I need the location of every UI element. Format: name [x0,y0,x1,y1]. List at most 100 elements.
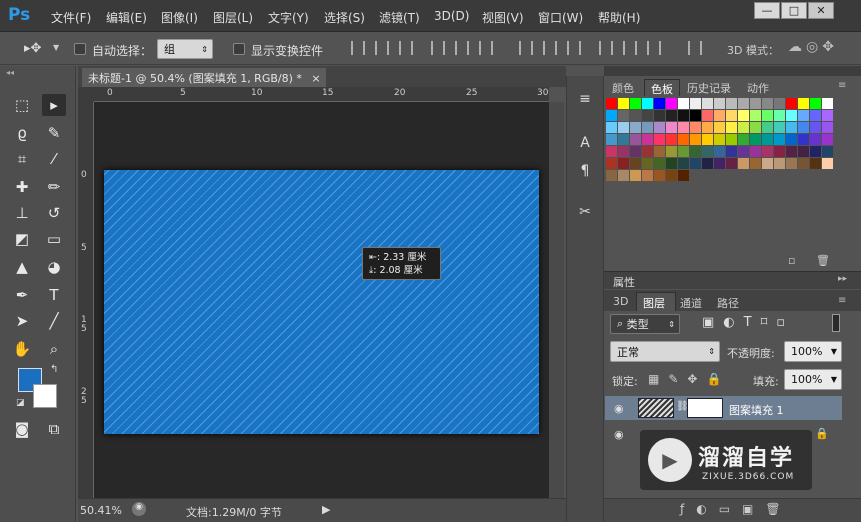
color-swatch[interactable] [618,98,630,110]
tab-history[interactable]: 历史记录 [681,79,737,96]
default-colors-icon[interactable]: ◪ [16,398,25,408]
color-swatch[interactable] [666,122,678,134]
color-swatch[interactable] [762,134,774,146]
close-button[interactable]: ✕ [808,2,834,19]
line-tool-icon[interactable]: ╱ [42,310,66,332]
color-swatch[interactable] [678,158,690,170]
status-menu-icon[interactable]: ▶ [322,503,330,516]
color-swatch[interactable] [630,158,642,170]
color-swatch[interactable] [690,134,702,146]
collapse-icon[interactable]: ▸▸ [838,274,847,284]
color-swatch[interactable] [678,98,690,110]
color-swatch[interactable] [774,134,786,146]
color-swatch[interactable] [750,98,762,110]
color-swatch[interactable] [810,146,822,158]
color-swatch[interactable] [630,122,642,134]
color-swatch[interactable] [786,134,798,146]
vertical-scrollbar[interactable] [549,102,564,498]
color-swatch[interactable] [726,98,738,110]
tool-presets-icon[interactable]: ✂ [574,201,596,223]
layer-filter-dropdown[interactable]: ⌕ 类型 ⇕ [610,314,680,334]
blend-mode-dropdown[interactable]: 正常 ⇕ [610,341,720,362]
color-swatch[interactable] [738,110,750,122]
color-swatch[interactable] [726,110,738,122]
vertical-ruler[interactable]: 0 5 1 5 2 5 [78,102,94,498]
color-swatch[interactable] [666,98,678,110]
auto-select-checkbox[interactable] [74,43,86,55]
color-swatch[interactable] [714,98,726,110]
visibility-eye-icon[interactable]: ◉ [614,428,624,441]
tab-properties[interactable]: 属性 [613,274,635,290]
tab-layers[interactable]: 图层 [643,295,665,311]
color-swatch[interactable] [654,134,666,146]
color-swatch[interactable] [618,146,630,158]
chevron-down-icon[interactable]: ▼ [53,43,59,52]
align-hcenter-icon[interactable] [455,41,469,55]
color-swatch[interactable] [714,110,726,122]
panel-menu-icon[interactable]: ≡ [838,80,846,91]
pen-tool-icon[interactable]: ✒ [10,284,34,306]
color-swatch[interactable] [654,110,666,122]
color-swatch[interactable] [822,158,834,170]
pattern-canvas[interactable] [104,170,539,434]
color-swatch[interactable] [786,98,798,110]
color-swatch[interactable] [774,122,786,134]
align-vcenter-icon[interactable] [375,41,389,55]
color-swatch[interactable] [786,158,798,170]
history-brush-tool-icon[interactable]: ↺ [42,202,66,224]
color-swatch[interactable] [750,146,762,158]
color-swatch[interactable] [798,158,810,170]
color-swatch[interactable] [618,122,630,134]
fill-input[interactable]: 100% ▼ [784,369,842,390]
new-swatch-icon[interactable]: ▫ [788,254,795,267]
color-swatch[interactable] [666,146,678,158]
menu-help[interactable]: 帮助(H) [598,9,640,26]
color-swatch[interactable] [666,158,678,170]
color-swatch[interactable] [702,122,714,134]
eraser-tool-icon[interactable]: ◩ [10,228,34,250]
zoom-level[interactable]: 50.41% [80,504,122,517]
color-swatch[interactable] [798,98,810,110]
color-swatch[interactable] [726,122,738,134]
paragraph-align-icon[interactable]: ≡ [574,88,596,110]
color-swatch[interactable] [642,170,654,182]
color-swatch[interactable] [702,146,714,158]
color-swatch[interactable] [654,146,666,158]
menu-3d[interactable]: 3D(D) [434,9,469,23]
tab-swatches[interactable]: 色板 [644,79,680,96]
color-swatch[interactable] [738,98,750,110]
brush-tool-icon[interactable]: ✏ [42,176,66,198]
color-swatch[interactable] [618,158,630,170]
auto-select-dropdown[interactable]: 组 ⇕ [157,39,213,59]
tab-3d[interactable]: 3D [613,295,628,308]
menu-select[interactable]: 选择(S) [324,9,365,26]
color-swatch[interactable] [702,158,714,170]
color-swatch[interactable] [810,122,822,134]
color-swatch[interactable] [762,110,774,122]
color-swatch[interactable] [618,134,630,146]
menu-filter[interactable]: 滤镜(T) [379,9,420,26]
blur-tool-icon[interactable]: ▲ [10,256,34,278]
color-swatch[interactable] [726,146,738,158]
gradient-tool-icon[interactable]: ▭ [42,228,66,250]
color-swatch[interactable] [690,122,702,134]
color-swatch[interactable] [702,110,714,122]
color-swatch[interactable] [822,110,834,122]
color-swatch[interactable] [606,110,618,122]
color-swatch[interactable] [630,134,642,146]
ruler-corner[interactable] [78,87,94,102]
lasso-tool-icon[interactable]: ϱ [10,122,34,144]
color-swatch[interactable] [654,170,666,182]
color-swatch[interactable] [774,110,786,122]
color-swatch[interactable] [678,122,690,134]
visibility-eye-icon[interactable]: ◉ [614,402,624,415]
color-swatch[interactable] [762,158,774,170]
menu-edit[interactable]: 编辑(E) [106,9,147,26]
quick-mask-icon[interactable]: ◙ [10,418,34,440]
color-swatch[interactable] [786,146,798,158]
color-swatch[interactable] [822,146,834,158]
distribute-left-icon[interactable] [599,41,613,55]
3d-mode-icons[interactable]: ☁◎✥ [788,39,838,55]
move-tool-icon[interactable]: ▸ [42,94,66,116]
color-swatch[interactable] [678,134,690,146]
